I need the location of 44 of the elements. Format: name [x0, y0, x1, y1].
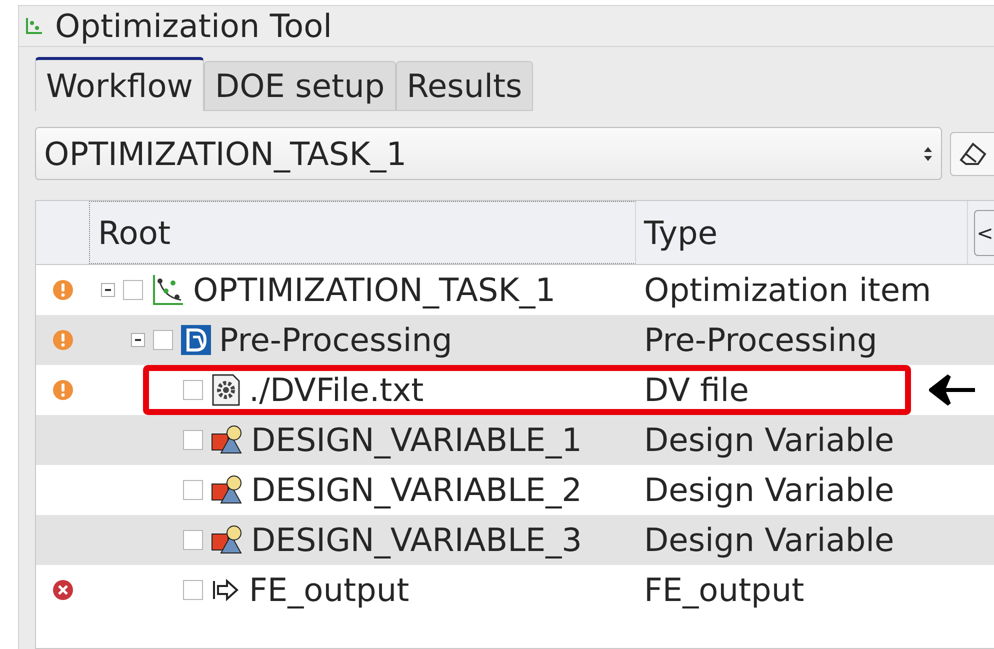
tab[interactable]: Results: [396, 61, 534, 111]
task-dropdown[interactable]: OPTIMIZATION_TASK_1: [35, 127, 942, 180]
eraser-button[interactable]: [950, 132, 994, 176]
type-cell-text: Optimization item: [643, 270, 932, 311]
type-cell-text: Design Variable: [643, 520, 896, 561]
tab[interactable]: DOE setup: [204, 61, 396, 111]
tree-item-label[interactable]: ./DVFile.txt: [249, 371, 424, 409]
type-cell-text: DV file: [643, 370, 750, 411]
app-icon: [25, 17, 43, 35]
document-badge-icon: [181, 325, 211, 355]
type-cell-text: Design Variable: [643, 420, 896, 461]
checkbox[interactable]: [183, 430, 203, 450]
checkbox[interactable]: [183, 530, 203, 550]
type-cell-text: Pre-Processing: [643, 320, 878, 361]
shapes-icon: [211, 475, 243, 505]
column-header[interactable]: Root: [89, 201, 636, 264]
checkbox[interactable]: [183, 480, 203, 500]
eraser-icon: [958, 140, 988, 168]
tree-item-label[interactable]: FE_output: [249, 571, 410, 609]
tab[interactable]: Workflow: [35, 57, 204, 111]
tree-item-label[interactable]: Pre-Processing: [219, 321, 452, 359]
scatter-chart-icon: [151, 273, 185, 307]
shapes-icon: [211, 425, 243, 455]
scroll-left-button[interactable]: <: [974, 210, 994, 256]
column-header[interactable]: Type: [636, 201, 968, 264]
tree-item-label[interactable]: OPTIMIZATION_TASK_1: [193, 271, 556, 309]
spin-arrows-icon: [923, 146, 934, 162]
tree-item-label[interactable]: DESIGN_VARIABLE_3: [251, 521, 582, 559]
checkbox[interactable]: [153, 330, 173, 350]
checkbox[interactable]: [183, 380, 203, 400]
collapse-toggle[interactable]: [131, 333, 145, 347]
collapse-toggle[interactable]: [101, 283, 115, 297]
type-cell-text: FE_output: [643, 570, 806, 611]
type-cell-text: Design Variable: [643, 470, 896, 511]
checkbox[interactable]: [183, 580, 203, 600]
dropdown-value: OPTIMIZATION_TASK_1: [44, 134, 407, 172]
checkbox[interactable]: [123, 280, 143, 300]
window-title: Optimization Tool: [55, 7, 332, 45]
arrow-to-bar-icon: [211, 578, 241, 602]
gear-file-icon: [211, 374, 241, 406]
tree-item-label[interactable]: DESIGN_VARIABLE_1: [251, 421, 582, 459]
annotation-arrow: [929, 372, 975, 408]
shapes-icon: [211, 525, 243, 555]
tree-item-label[interactable]: DESIGN_VARIABLE_2: [251, 471, 582, 509]
